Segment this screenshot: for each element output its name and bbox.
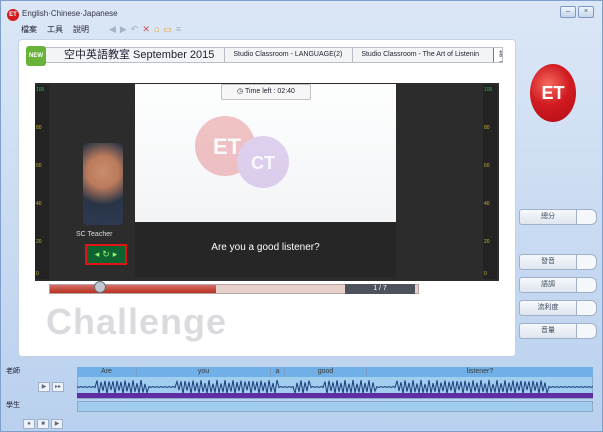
close-button[interactable]: × [578, 6, 594, 18]
score-value [577, 300, 597, 316]
breadcrumb-lesson[interactable]: Studio Classroom - The Art of Listenin [353, 48, 489, 62]
word-segment[interactable]: good [285, 367, 367, 377]
minimize-button[interactable]: – [560, 6, 576, 18]
meter-tick: 100 [484, 87, 493, 93]
app-title: English·Chinese·Japanese [22, 9, 118, 18]
menu-help[interactable]: 說明 [73, 24, 89, 35]
replay-icon: ↻ [102, 249, 110, 259]
word-segment[interactable]: a [271, 367, 285, 377]
breadcrumb-series[interactable]: 空中英語教室 September 2015 [32, 48, 226, 62]
stop-icon[interactable]: ■ [37, 419, 49, 429]
teacher-track-label: 老師 [6, 368, 20, 375]
meter-tick: 0 [36, 271, 39, 277]
breadcrumb-course[interactable]: Studio Classroom - LANGUAGE(2) [225, 48, 354, 62]
back-icon[interactable]: ◀ [109, 24, 116, 35]
progress-fill [50, 285, 216, 293]
myet-logo-icon: ET [530, 64, 576, 122]
score-value [577, 277, 597, 293]
menu-bar: 檔案 工具 說明 ◀ ▶ ↶ ✕ ⌂ ▭ ≡ [21, 22, 181, 36]
student-waveform[interactable] [77, 401, 593, 412]
myet-watermark-icon: ET CT [195, 116, 289, 188]
app-window: ET English·Chinese·Japanese – × 檔案 工具 說明… [0, 0, 603, 432]
time-left-label: Time left : [244, 88, 276, 95]
meter-tick: 60 [484, 163, 490, 169]
word-segment[interactable]: Are [77, 367, 137, 377]
record-icon[interactable]: ● [23, 419, 35, 429]
score-fluency: 流利度 [519, 300, 597, 316]
meter-tick: 40 [36, 201, 42, 207]
play-teacher-icon[interactable]: ▶ [38, 382, 50, 392]
home-icon[interactable]: ⌂ [154, 24, 159, 35]
volume-meter-left: 100 80 60 40 20 0 [35, 85, 49, 279]
word-segment[interactable]: you [137, 367, 271, 377]
stop-icon[interactable]: ✕ [142, 24, 150, 35]
word-segments: Are you a good listener? [77, 367, 593, 377]
waveform-path [77, 379, 593, 395]
forward-icon[interactable]: ▶ [120, 24, 127, 35]
svg-text:CT: CT [251, 153, 275, 173]
video-screen: ET CT ◷ Time left : 02:40 Are you a good… [135, 84, 396, 277]
score-label: 流利度 [519, 300, 577, 316]
student-track-label: 學生 [6, 402, 20, 409]
teacher-avatar [83, 143, 123, 225]
progress-handle[interactable] [94, 281, 106, 293]
score-pronunciation: 發音 [519, 254, 597, 270]
play-student-icon[interactable]: ▶ [51, 419, 63, 429]
window-controls: – × [560, 6, 594, 18]
meter-tick: 0 [484, 271, 487, 277]
teacher-name: SC Teacher [76, 231, 113, 238]
score-label: 音量 [519, 323, 577, 339]
transcript-button[interactable]: 回課文 [493, 48, 502, 62]
meter-tick: 20 [36, 239, 42, 245]
breadcrumb: 空中英語教室 September 2015 Studio Classroom -… [31, 47, 503, 63]
settings-icon[interactable]: ≡ [176, 24, 181, 35]
undo-icon[interactable]: ↶ [131, 24, 139, 35]
app-logo-icon: ET [7, 9, 19, 21]
score-value [577, 209, 597, 225]
challenge-title: Challenge [46, 301, 228, 342]
meter-tick: 80 [484, 125, 490, 131]
score-intonation: 語調 [519, 277, 597, 293]
menu-file[interactable]: 檔案 [21, 24, 37, 35]
time-left-display: ◷ Time left : 02:40 [221, 84, 311, 100]
folder-icon[interactable]: ▭ [163, 24, 172, 35]
score-volume: 音量 [519, 323, 597, 339]
replay-button[interactable]: ◂ ↻ ▸ [85, 244, 127, 265]
meter-tick: 60 [36, 163, 42, 169]
time-left-value: 02:40 [277, 88, 295, 95]
score-label: 發音 [519, 254, 577, 270]
meter-tick: 40 [484, 201, 490, 207]
score-value [577, 254, 597, 270]
word-segment[interactable]: listener? [367, 367, 593, 377]
new-badge: NEW [26, 46, 46, 66]
title-bar: ET English·Chinese·Japanese – × [1, 1, 602, 23]
menu-tools[interactable]: 工具 [47, 24, 63, 35]
score-overall: 總分 [519, 209, 597, 225]
meter-tick: 100 [36, 87, 45, 93]
track-divider [77, 393, 593, 398]
speaker-icon: ▸ [112, 249, 118, 259]
score-label: 總分 [519, 209, 577, 225]
score-value [577, 323, 597, 339]
score-label: 語調 [519, 277, 577, 293]
toolbar: ◀ ▶ ↶ ✕ ⌂ ▭ ≡ [109, 24, 181, 35]
sentence-caption: Are you a good listener? [211, 242, 320, 253]
volume-meter-right: 100 80 60 40 20 0 [483, 85, 497, 279]
clock-icon: ◷ [237, 88, 244, 95]
slow-play-icon[interactable]: ▸▸ [52, 382, 64, 392]
meter-tick: 20 [484, 239, 490, 245]
svg-text:ET: ET [213, 134, 242, 159]
sentence-counter: 1 / 7 [345, 284, 415, 294]
meter-tick: 80 [36, 125, 42, 131]
speaker-icon: ◂ [94, 249, 100, 259]
